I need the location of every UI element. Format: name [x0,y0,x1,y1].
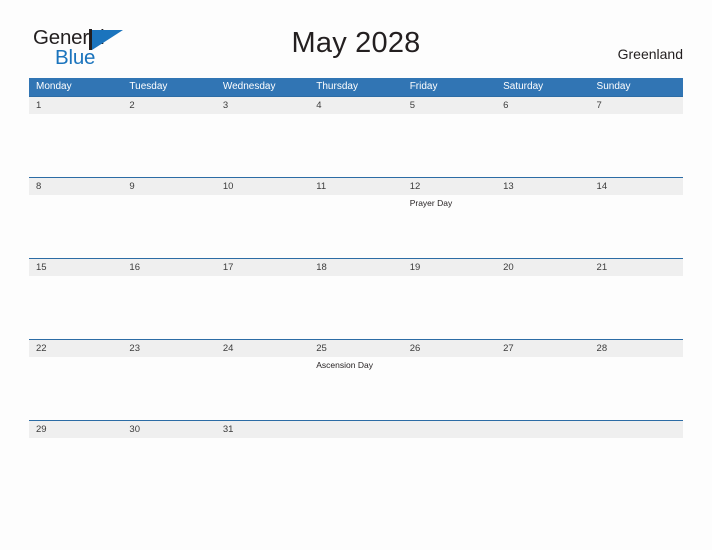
day-number: 12 [409,181,421,192]
day-cell-empty [309,421,402,441]
day-number: 22 [36,343,47,354]
day-event: Prayer Day [409,198,453,208]
page-title: May 2028 [291,27,421,59]
day-event: Ascension Day [316,360,373,370]
week-row: 22 23 24 25 Ascension Day 26 27 28 [29,339,683,420]
day-number: 25 [316,343,327,354]
day-number: 19 [409,262,421,273]
day-number: 11 [316,181,327,192]
day-cell[interactable]: 9 [122,178,215,258]
day-cell[interactable]: 4 [309,97,402,177]
day-number: 7 [596,100,602,111]
day-cell[interactable]: 18 [309,259,402,339]
week-row: 15 16 17 18 19 20 21 [29,258,683,339]
day-number: 4 [316,100,322,111]
day-cell[interactable]: 31 [216,421,309,441]
day-cell[interactable]: 1 [29,97,122,177]
day-number: 29 [36,424,47,435]
day-number: 27 [503,343,514,354]
day-number: 2 [129,100,135,111]
day-number: 10 [222,181,234,192]
day-number: 15 [36,262,47,273]
day-number: 5 [409,100,415,111]
day-cell[interactable]: 14 [590,178,683,258]
day-number: 13 [503,181,514,192]
day-cell[interactable]: 28 [590,340,683,420]
day-cell[interactable]: 23 [122,340,215,420]
day-number: 1 [36,100,42,111]
day-number: 8 [36,181,42,192]
day-number: 9 [129,181,135,192]
day-cell[interactable]: 7 [590,97,683,177]
weekday-header-friday: Friday [409,81,438,92]
day-number: 16 [129,262,140,273]
day-cell[interactable]: 29 [29,421,122,441]
day-cell[interactable]: 16 [122,259,215,339]
day-number: 14 [596,181,608,192]
day-number: 31 [222,424,234,435]
day-cell[interactable]: 13 [496,178,589,258]
day-cell[interactable]: 22 [29,340,122,420]
day-number: 20 [503,262,514,273]
day-cell[interactable]: 27 [496,340,589,420]
calendar-grid: Monday Tuesday Wednesday Thursday Friday… [29,78,683,441]
day-cell[interactable]: 26 [403,340,496,420]
calendar-page: General Blue May 2028 Greenland Monday T… [0,0,712,550]
day-number: 6 [503,100,509,111]
day-number: 3 [222,100,229,111]
day-cell[interactable]: 15 [29,259,122,339]
day-number: 28 [596,343,608,354]
day-cell-empty [403,421,496,441]
weekday-header-thursday: Thursday [316,81,358,92]
day-cell[interactable]: 17 [216,259,309,339]
day-cell-empty [590,421,683,441]
weekday-header-sunday: Sunday [596,81,631,92]
week-row: 1 2 3 4 5 6 7 [29,96,683,177]
day-cell[interactable]: 19 [403,259,496,339]
day-cell[interactable]: 30 [122,421,215,441]
day-cell[interactable]: 3 [216,97,309,177]
day-cell[interactable]: 20 [496,259,589,339]
week-row: 29 30 31 [29,420,683,441]
page-header: General Blue May 2028 Greenland [0,0,712,78]
day-cell[interactable]: 11 [309,178,402,258]
day-cell-empty [496,421,589,441]
day-cell[interactable]: 2 [122,97,215,177]
day-cell[interactable]: 8 [29,178,122,258]
day-number: 26 [409,343,421,354]
weekday-header-wednesday: Wednesday [222,81,276,92]
country-label: Greenland [617,46,683,62]
day-cell[interactable]: 6 [496,97,589,177]
weekday-header-row: Monday Tuesday Wednesday Thursday Friday… [29,78,683,96]
day-cell[interactable]: 24 [216,340,309,420]
day-number: 30 [129,424,140,435]
day-number: 23 [129,343,140,354]
day-number: 18 [316,262,327,273]
day-number: 21 [596,262,608,273]
day-cell[interactable]: 10 [216,178,309,258]
week-row: 8 9 10 11 12 Prayer Day 13 14 [29,177,683,258]
weekday-header-tuesday: Tuesday [129,81,168,92]
weekday-header-monday: Monday [36,81,72,92]
day-cell-holiday[interactable]: 25 Ascension Day [309,340,402,420]
day-number: 24 [222,343,234,354]
day-cell-holiday[interactable]: 12 Prayer Day [403,178,496,258]
day-cell[interactable]: 5 [403,97,496,177]
weekday-header-saturday: Saturday [503,81,544,92]
day-cell[interactable]: 21 [590,259,683,339]
day-number: 17 [222,262,234,273]
